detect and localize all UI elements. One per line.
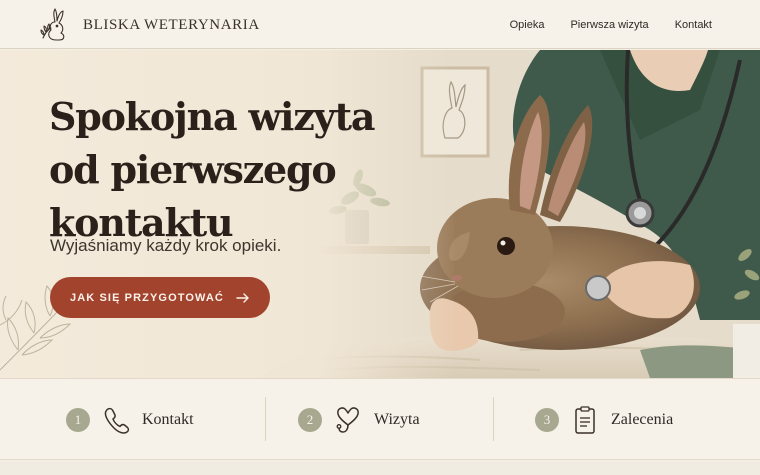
clipboard-icon [575, 406, 595, 434]
hero-title-line: od pierwszego [49, 147, 337, 192]
step-label: Wizyta [374, 411, 420, 428]
step-divider [493, 397, 494, 441]
step-number: 3 [535, 408, 559, 432]
step-number: 1 [66, 408, 90, 432]
step-divider [265, 397, 266, 441]
nav-item-pierwsza-wizyta[interactable]: Pierwsza wizyta [570, 19, 648, 31]
nav-item-opieka[interactable]: Opieka [510, 19, 545, 31]
hero-title: Spokojna wizyta od pierwszego kontaktu [49, 90, 389, 249]
nav-item-kontakt[interactable]: Kontakt [675, 19, 712, 31]
step-label: Kontakt [142, 411, 194, 428]
main-nav: Opieka Pierwsza wizyta Kontakt [484, 19, 712, 31]
phone-icon [104, 407, 130, 434]
hero-title-line: Spokojna wizyta [49, 94, 375, 139]
footer-strip [0, 461, 760, 475]
arrow-right-icon [236, 292, 249, 303]
site-header: BLISKA WETERYNARIA Opieka Pierwsza wizyt… [0, 0, 760, 49]
step-wizyta[interactable]: 2 Wizyta [298, 379, 420, 461]
step-zalecenia[interactable]: 3 Zalecenia [535, 379, 673, 461]
rabbit-logo-icon [40, 8, 65, 41]
step-label: Zalecenia [611, 411, 674, 428]
step-number: 2 [298, 408, 322, 432]
steps-bar: 1 Kontakt 2 Wizyta 3 Zalecenia [0, 378, 760, 460]
step-kontakt[interactable]: 1 Kontakt [66, 379, 194, 461]
brand-name: BLISKA WETERYNARIA [83, 16, 260, 33]
hero-subtitle: Wyjaśniamy każdy krok opieki. [50, 236, 282, 255]
brand-logo[interactable]: BLISKA WETERYNARIA [38, 6, 260, 44]
preparation-cta-button[interactable]: JAK SIĘ PRZYGOTOWAĆ [50, 277, 270, 318]
cta-label: JAK SIĘ PRZYGOTOWAĆ [70, 291, 224, 304]
hero-section: Spokojna wizyta od pierwszego kontaktu W… [0, 50, 760, 378]
stethoscope-heart-icon [336, 407, 359, 433]
